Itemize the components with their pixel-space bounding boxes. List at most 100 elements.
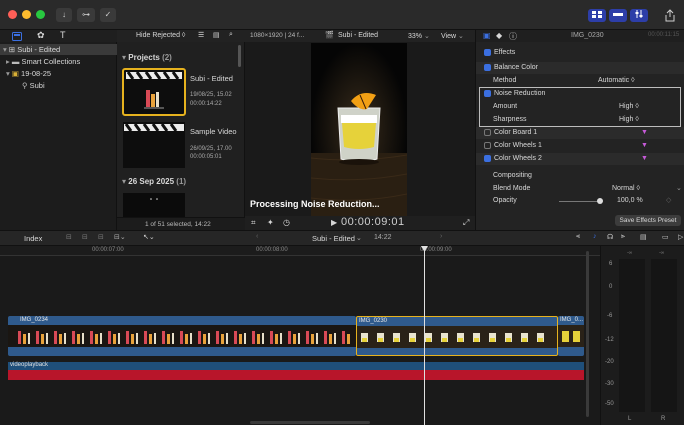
transform-icon[interactable]: ⌗ (251, 218, 256, 228)
close-window-button[interactable] (8, 10, 17, 19)
checkbox-color-board[interactable] (484, 128, 491, 136)
clip-appearance-icon[interactable]: ▤ (640, 233, 647, 241)
view-menu[interactable]: View ⌄ (441, 32, 464, 40)
chevron-down-icon[interactable]: ⌄ (356, 234, 362, 242)
amount-popup[interactable]: High ◊ (619, 101, 639, 113)
color-board-label: Color Board 1 (494, 129, 538, 136)
chevron-down-icon[interactable]: ⌄ (676, 183, 682, 195)
event-clip-thumbnail[interactable] (123, 193, 185, 217)
back-icon[interactable]: ‹ (256, 233, 258, 240)
color-mask-icon[interactable]: ▼ (641, 140, 648, 152)
info-icon[interactable]: ⓘ (509, 31, 517, 42)
minimize-window-button[interactable] (22, 10, 31, 19)
checkbox-noise-reduction[interactable] (484, 89, 491, 97)
hide-rejected-filter[interactable]: Hide Rejected ◊ (136, 32, 185, 39)
fullscreen-icon[interactable]: ⤢ (463, 218, 469, 228)
share-icon[interactable] (664, 9, 676, 22)
timecode-display[interactable]: 00:00:09:01 (341, 216, 405, 228)
viewer-image[interactable] (311, 43, 407, 216)
grid-icon (592, 11, 602, 18)
library-item-smart-collections[interactable]: ▸ ▬ Smart Collections (0, 56, 117, 67)
opacity-slider-knob[interactable] (597, 198, 603, 204)
clip-img-0234[interactable]: IMG_0234 (8, 316, 356, 356)
titles-icon[interactable]: T (60, 30, 66, 40)
amount-row[interactable]: Amount High ◊ (476, 101, 684, 113)
save-effects-preset-button[interactable]: Save Effects Preset (615, 215, 681, 226)
enhance-icon[interactable]: ✦ (267, 218, 274, 227)
append-clip-icon[interactable]: ⊟ (98, 233, 104, 241)
filmstrip-icon[interactable]: ☰ (198, 31, 204, 39)
snapping-icon[interactable]: ⫸ (621, 233, 625, 241)
color-wheels-1-row[interactable]: Color Wheels 1 ▼ (476, 140, 684, 152)
zoom-window-button[interactable] (36, 10, 45, 19)
workspace-browser-button[interactable] (588, 9, 606, 22)
project-thumbnail-sample-video[interactable] (123, 122, 185, 168)
libraries-icon[interactable] (12, 32, 22, 41)
library-item-keyword-subi[interactable]: ⚲ Subi (0, 80, 117, 91)
color-mask-icon[interactable]: ▼ (641, 127, 648, 139)
library-item-subi-edited[interactable]: ▾ ⊞ Subi - Edited (0, 44, 117, 55)
keyframe-icon[interactable]: ◇ (666, 195, 671, 207)
clip-appearance-icon[interactable]: ▤ (213, 31, 220, 39)
insert-clip-icon[interactable]: ⊟ (82, 233, 88, 241)
color-wheels-2-row[interactable]: Color Wheels 2 ▼ (476, 153, 684, 165)
noise-reduction-row[interactable]: Noise Reduction (476, 88, 684, 100)
date-group-header[interactable]: ▾ 26 Sep 2025 (1) (122, 177, 186, 186)
connect-clip-icon[interactable]: ⊟ (66, 233, 72, 241)
balance-color-row[interactable]: Balance Color (476, 62, 684, 74)
opacity-slider-track[interactable] (559, 201, 599, 202)
forward-icon[interactable]: › (440, 233, 442, 240)
speed-icon[interactable]: ◷ (283, 218, 290, 227)
effects-section[interactable]: Effects (476, 47, 684, 59)
video-inspector-icon[interactable]: ▣ (483, 31, 491, 40)
timeline-horizontal-scrollbar[interactable] (250, 421, 370, 424)
projects-group-header[interactable]: ▾ Projects (2) (122, 53, 172, 62)
method-row[interactable]: Method Automatic ◊ (476, 75, 684, 87)
overwrite-clip-icon[interactable]: ⊟⌄ (114, 233, 126, 241)
timeline-vertical-scrollbar[interactable] (586, 251, 589, 417)
select-tool-icon[interactable]: ↖⌄ (143, 233, 155, 241)
clip-img-last[interactable]: IMG_0... (558, 316, 584, 356)
photos-icon[interactable]: ✿ (37, 30, 45, 41)
clip-img-0230[interactable]: IMG_0230 (356, 316, 558, 356)
audio-skimming-icon[interactable]: ♪ (593, 233, 597, 240)
method-popup[interactable]: Automatic ◊ (598, 75, 635, 87)
checkbox-effects[interactable] (484, 48, 491, 56)
timeline-project-name: Subi - Edited (312, 234, 355, 243)
workspace-timeline-button[interactable] (609, 9, 627, 22)
background-tasks-button[interactable]: ✓ (100, 8, 116, 22)
library-item-event[interactable]: ▾ ▣ 19-08-25 (0, 68, 117, 79)
sharpness-popup[interactable]: High ◊ (619, 114, 639, 126)
color-mask-icon[interactable]: ▼ (641, 153, 648, 165)
effects-browser-icon[interactable]: ▭ (662, 233, 669, 241)
playhead[interactable] (424, 246, 425, 425)
play-icon[interactable]: ▶ (331, 218, 337, 227)
color-inspector-icon[interactable]: ◆ (496, 31, 502, 40)
compositing-header[interactable]: Compositing (476, 170, 684, 182)
opacity-value[interactable]: 100,0 % (617, 195, 643, 207)
blend-mode-popup[interactable]: Normal ◊ (612, 183, 640, 195)
browser-scrollbar[interactable] (238, 45, 241, 67)
search-icon[interactable]: ⌕ (229, 31, 233, 39)
index-button[interactable]: Index (24, 234, 42, 243)
checkbox-balance-color[interactable] (484, 63, 491, 71)
headphones-icon[interactable]: ☊ (607, 233, 613, 241)
keywords-button[interactable]: ⊶ (77, 8, 95, 22)
checkbox-color-wheels-2[interactable] (484, 154, 491, 162)
blend-mode-row[interactable]: Blend Mode Normal ◊ ⌄ (476, 183, 684, 195)
color-board-row[interactable]: Color Board 1 ▼ (476, 127, 684, 139)
project-thumbnail-subi-edited[interactable] (122, 68, 186, 116)
skimming-icon[interactable]: ⫷ (576, 233, 580, 241)
sharpness-row[interactable]: Sharpness High ◊ (476, 114, 684, 126)
checkbox-color-wheels-1[interactable] (484, 141, 491, 149)
import-button[interactable]: ↓ (56, 8, 72, 22)
timeline-duration: 14:22 (374, 234, 392, 241)
transitions-browser-icon[interactable]: ▷ (678, 233, 683, 241)
opacity-row[interactable]: Opacity 100,0 % ◇ (476, 195, 684, 207)
audio-clip-videoplayback[interactable]: videoplayback (8, 362, 584, 370)
library-toolbar: ✿ T (0, 30, 117, 42)
workspace-inspector-button[interactable] (630, 9, 648, 22)
audio-waveform[interactable] (8, 370, 584, 380)
timeline-ruler[interactable]: 00:00:07:00 00:00:08:00 00:00:09:00 (0, 246, 600, 256)
zoom-menu[interactable]: 33% ⌄ (408, 32, 430, 40)
